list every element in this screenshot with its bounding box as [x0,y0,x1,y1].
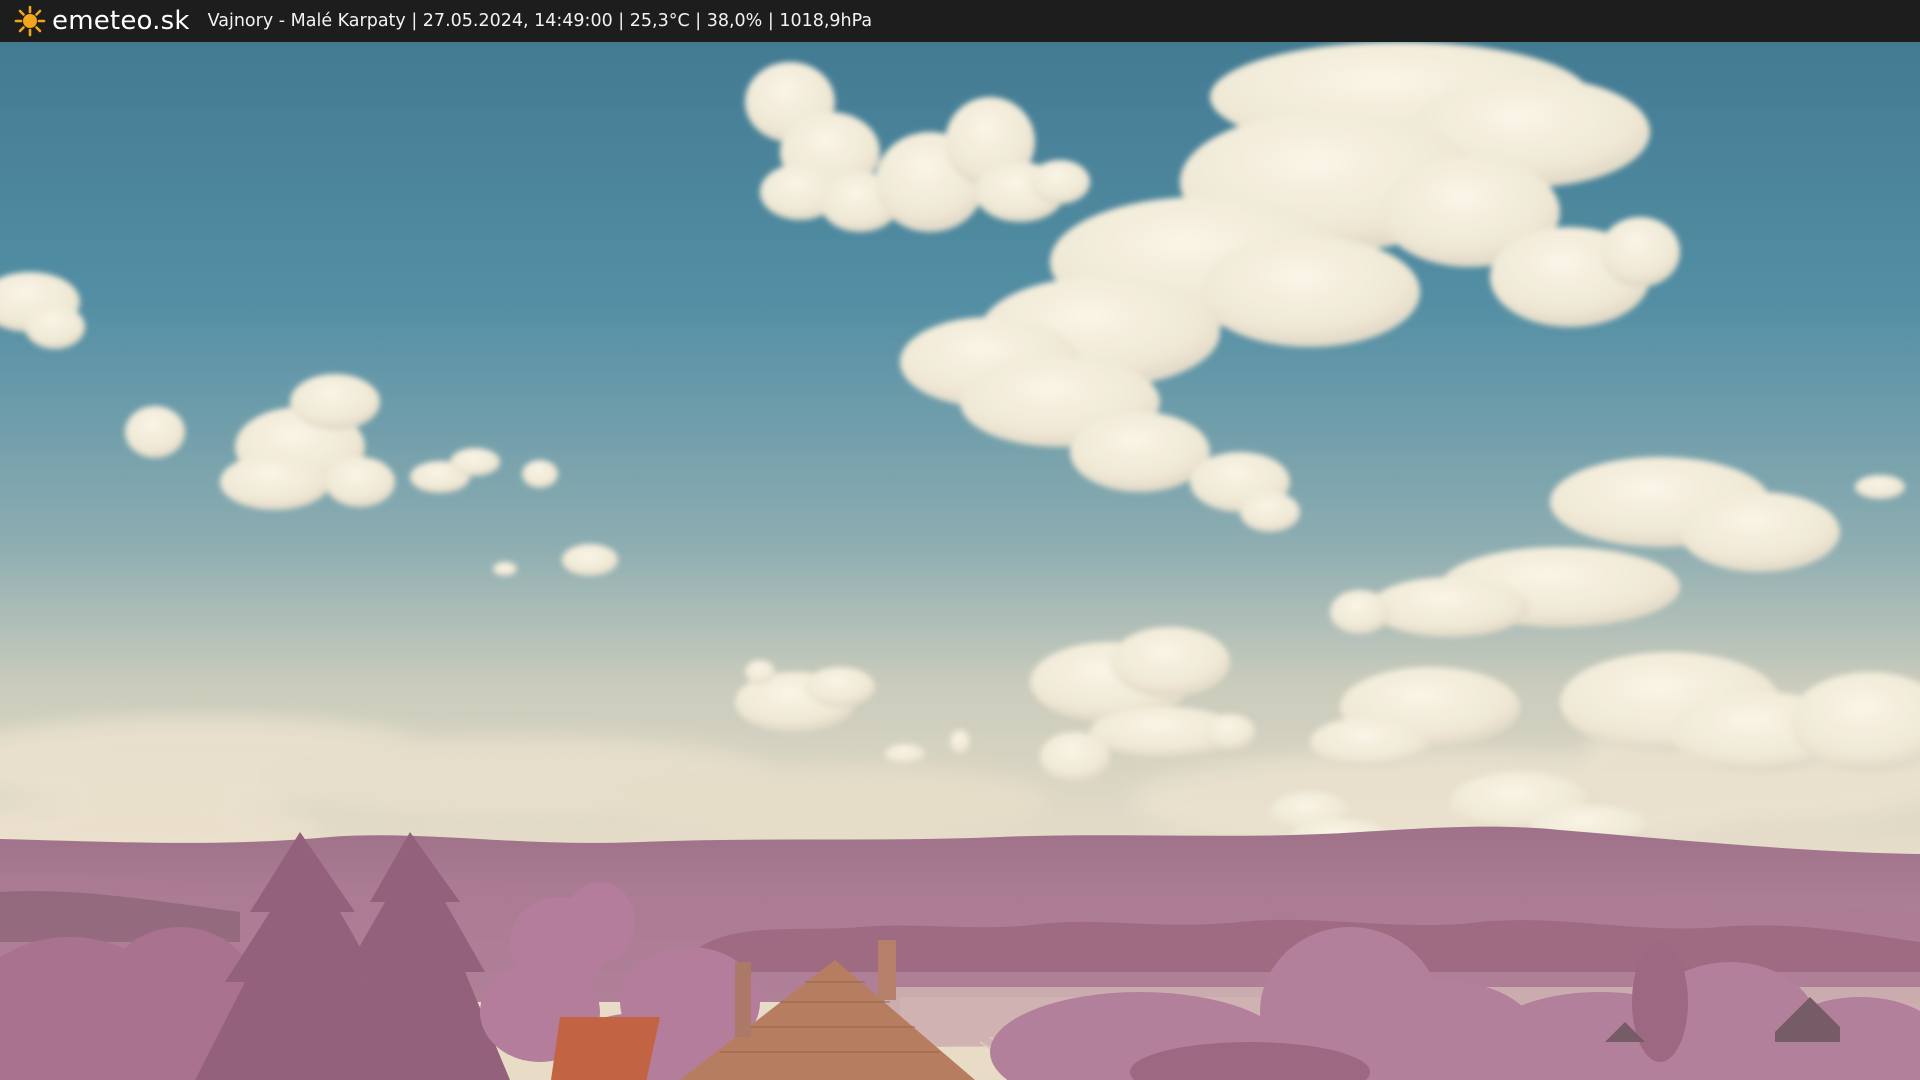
site-logo[interactable]: emeteo.sk [14,5,190,37]
webcam-frame: emeteo.sk Vajnory - Malé Karpaty | 27.05… [0,0,1920,1080]
webcam-image [0,42,1920,1080]
header-bar: emeteo.sk Vajnory - Malé Karpaty | 27.05… [0,0,1920,42]
sun-icon [14,5,46,37]
logo-text: emeteo.sk [52,6,190,36]
weather-status-line: Vajnory - Malé Karpaty | 27.05.2024, 14:… [207,11,873,31]
